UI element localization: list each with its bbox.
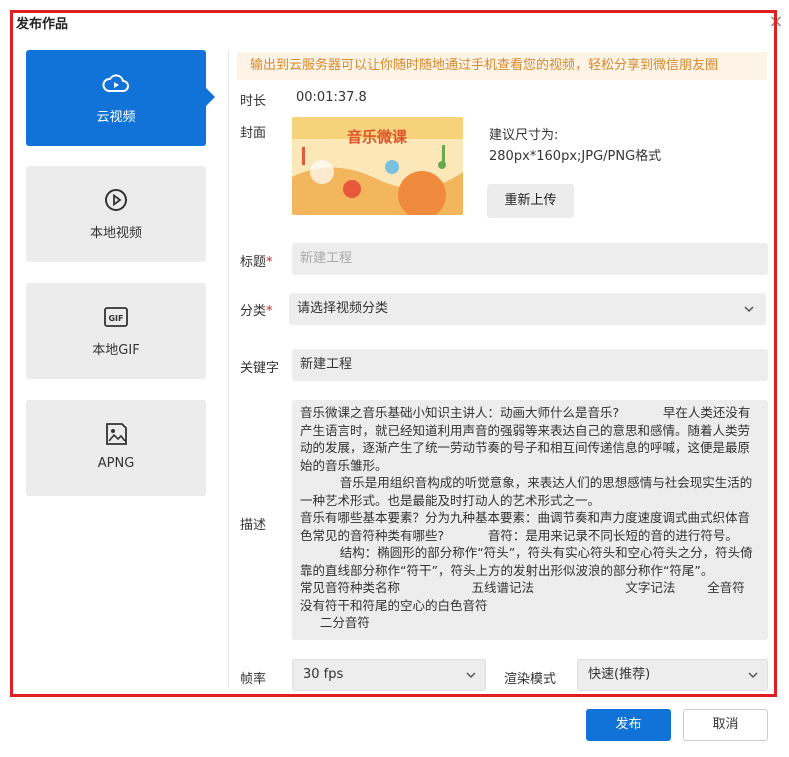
nav-item-apng[interactable]: APNG xyxy=(26,400,206,496)
active-indicator xyxy=(206,88,215,106)
category-label-text: 分类 xyxy=(240,304,267,319)
nav-item-label: 本地视频 xyxy=(89,226,142,241)
publish-button[interactable]: 发布 xyxy=(586,709,671,741)
panel-divider xyxy=(228,50,229,688)
chevron-down-icon xyxy=(748,672,758,679)
info-banner: 输出到云服务器可以让你随时随地通过手机查看您的视频，轻松分享到微信朋友圈 xyxy=(237,52,767,80)
title-placeholder: 新建工程 xyxy=(300,251,353,266)
chevron-down-icon xyxy=(466,672,476,679)
category-select[interactable]: 请选择视频分类 xyxy=(289,293,766,325)
cloud-video-icon xyxy=(102,74,129,92)
nav-item-cloud-video[interactable]: 云视频 xyxy=(26,50,206,146)
svg-text:GIF: GIF xyxy=(108,314,123,323)
description-textarea[interactable]: 音乐微课之音乐基础小知识主讲人：动画大师什么是音乐? 早在人类还没有产生语言时，… xyxy=(292,400,768,640)
chevron-down-icon xyxy=(744,306,754,313)
description-label: 描述 xyxy=(240,518,267,533)
gif-icon: GIF xyxy=(104,307,128,327)
category-label: 分类* xyxy=(240,300,273,319)
required-mark: * xyxy=(266,304,273,319)
cover-hint-line1: 建议尺寸为: xyxy=(489,128,559,143)
keywords-input[interactable]: 新建工程 xyxy=(292,349,768,381)
cover-image: 音乐微课 xyxy=(292,117,463,215)
cover-thumb-title: 音乐微课 xyxy=(347,128,408,146)
nav-item-local-video[interactable]: 本地视频 xyxy=(26,166,206,262)
reupload-button[interactable]: 重新上传 xyxy=(487,184,574,218)
cover-label: 封面 xyxy=(240,126,267,141)
render-mode-label: 渲染模式 xyxy=(504,672,557,687)
title-input[interactable]: 新建工程 xyxy=(292,243,768,275)
keywords-label: 关键字 xyxy=(240,361,280,376)
nav-item-local-gif[interactable]: GIF 本地GIF xyxy=(26,283,206,379)
cover-thumbnail[interactable]: 音乐微课 xyxy=(292,117,463,215)
title-label: 标题* xyxy=(240,251,273,270)
keywords-value: 新建工程 xyxy=(300,357,353,372)
render-mode-value: 快速(推荐) xyxy=(588,667,651,682)
cancel-button[interactable]: 取消 xyxy=(683,709,768,741)
required-mark: * xyxy=(266,255,273,270)
nav-item-label: 本地GIF xyxy=(92,343,140,358)
cover-hint-line2: 280px*160px;JPG/PNG格式 xyxy=(489,149,662,164)
fps-select[interactable]: 30 fps xyxy=(292,659,486,691)
render-mode-select[interactable]: 快速(推荐) xyxy=(577,659,768,691)
play-circle-icon xyxy=(105,189,127,211)
image-file-icon xyxy=(106,423,127,445)
title-label-text: 标题 xyxy=(240,255,267,270)
category-placeholder: 请选择视频分类 xyxy=(297,301,389,316)
duration-value: 00:01:37.8 xyxy=(296,90,367,105)
fps-label: 帧率 xyxy=(240,672,267,687)
duration-label: 时长 xyxy=(240,94,267,109)
nav-item-label: 云视频 xyxy=(96,110,136,125)
fps-value: 30 fps xyxy=(303,667,344,682)
nav-item-label: APNG xyxy=(97,456,135,471)
